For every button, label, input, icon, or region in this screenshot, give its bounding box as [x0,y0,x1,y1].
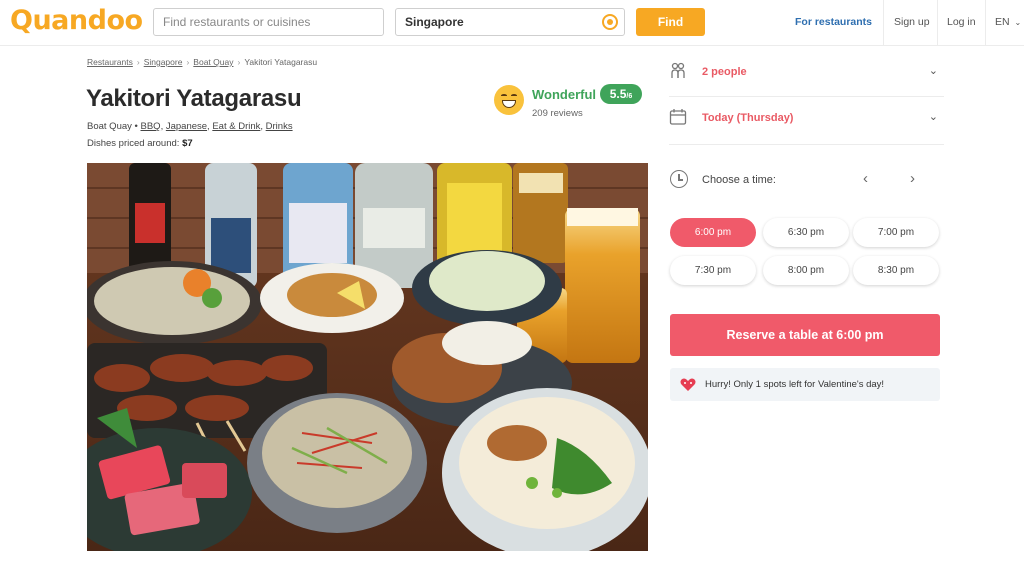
rating-score-badge: 5.5/6 [600,84,642,104]
choose-time-label: Choose a time: [702,174,776,186]
divider [669,96,944,97]
breadcrumb: Restaurants › Singapore › Boat Quay › Yakitori… [87,57,317,67]
breadcrumb-item[interactable]: Boat Quay [193,57,233,67]
time-slot[interactable]: 7:30 pm [670,256,756,285]
calendar-icon [669,109,687,125]
language-selector[interactable]: EN ⌄ [995,16,1021,28]
time-slot[interactable]: 8:30 pm [853,256,939,285]
sign-up-link[interactable]: Sign up [894,16,930,28]
time-prev-button[interactable]: ‹ [863,170,868,187]
smiley-rating-icon [494,85,524,115]
search-input[interactable]: Find restaurants or cuisines [153,8,384,36]
breadcrumb-separator: › [186,57,190,67]
area-label: Boat Quay [87,121,132,132]
time-slot[interactable]: 8:00 pm [763,256,849,285]
breadcrumb-item[interactable]: Singapore [144,57,183,67]
nav-divider [883,0,884,46]
date-selector[interactable]: Today (Thursday) ⌄ [669,104,944,134]
reserve-button[interactable]: Reserve a table at 6:00 pm [670,314,940,356]
breadcrumb-item[interactable]: Restaurants [87,57,133,67]
clock-icon [670,170,688,188]
quandoo-logo[interactable]: Quandoo [10,5,143,36]
rating-max: /6 [626,93,633,100]
price-label: Dishes priced around: [87,138,180,149]
people-selector[interactable]: 2 people ⌄ [669,58,944,88]
heart-icon [680,378,696,391]
divider [669,144,944,145]
log-in-link[interactable]: Log in [947,16,976,28]
rating-word: Wonderful [532,87,597,102]
breadcrumb-current: Yakitori Yatagarasu [244,57,318,67]
language-label: EN [995,16,1010,28]
people-icon [671,62,685,78]
time-slot[interactable]: 7:00 pm [853,218,939,247]
price-info: Dishes priced around: $7 [87,138,193,149]
hurry-text: Hurry! Only 1 spots left for Valentine's… [705,379,885,390]
restaurant-name: Yakitori Yatagarasu [86,85,302,112]
date-value: Today (Thursday) [702,112,794,124]
time-slot[interactable]: 6:30 pm [763,218,849,247]
cuisine-tag[interactable]: BBQ [141,121,161,132]
restaurant-photo[interactable] [87,163,648,551]
nav-divider [985,0,986,46]
chevron-down-icon: ⌄ [928,65,938,77]
reviews-count[interactable]: 209 reviews [532,108,583,119]
time-next-button[interactable]: › [910,170,915,187]
location-input[interactable]: Singapore [395,8,625,36]
locate-icon[interactable] [602,14,618,30]
restaurant-meta: Boat Quay • BBQ, Japanese, Eat & Drink, … [87,121,293,132]
breadcrumb-separator: › [237,57,241,67]
for-restaurants-link[interactable]: For restaurants [795,16,872,28]
rating-score: 5.5 [609,87,627,101]
price-value: $7 [182,138,193,149]
people-value: 2 people [702,66,747,78]
top-navbar: Quandoo Find restaurants or cuisines Sin… [0,0,1024,46]
chevron-down-icon: ⌄ [1014,18,1022,27]
nav-divider [937,0,938,46]
find-button[interactable]: Find [636,8,705,36]
breadcrumb-separator: › [136,57,140,67]
cuisine-tag[interactable]: Drinks [266,121,293,132]
availability-notice: Hurry! Only 1 spots left for Valentine's… [670,368,940,401]
location-value: Singapore [405,15,464,29]
chevron-down-icon: ⌄ [928,111,938,123]
cuisine-tag[interactable]: Japanese [166,121,207,132]
time-slot[interactable]: 6:00 pm [670,218,756,247]
cuisine-tag[interactable]: Eat & Drink [212,121,260,132]
